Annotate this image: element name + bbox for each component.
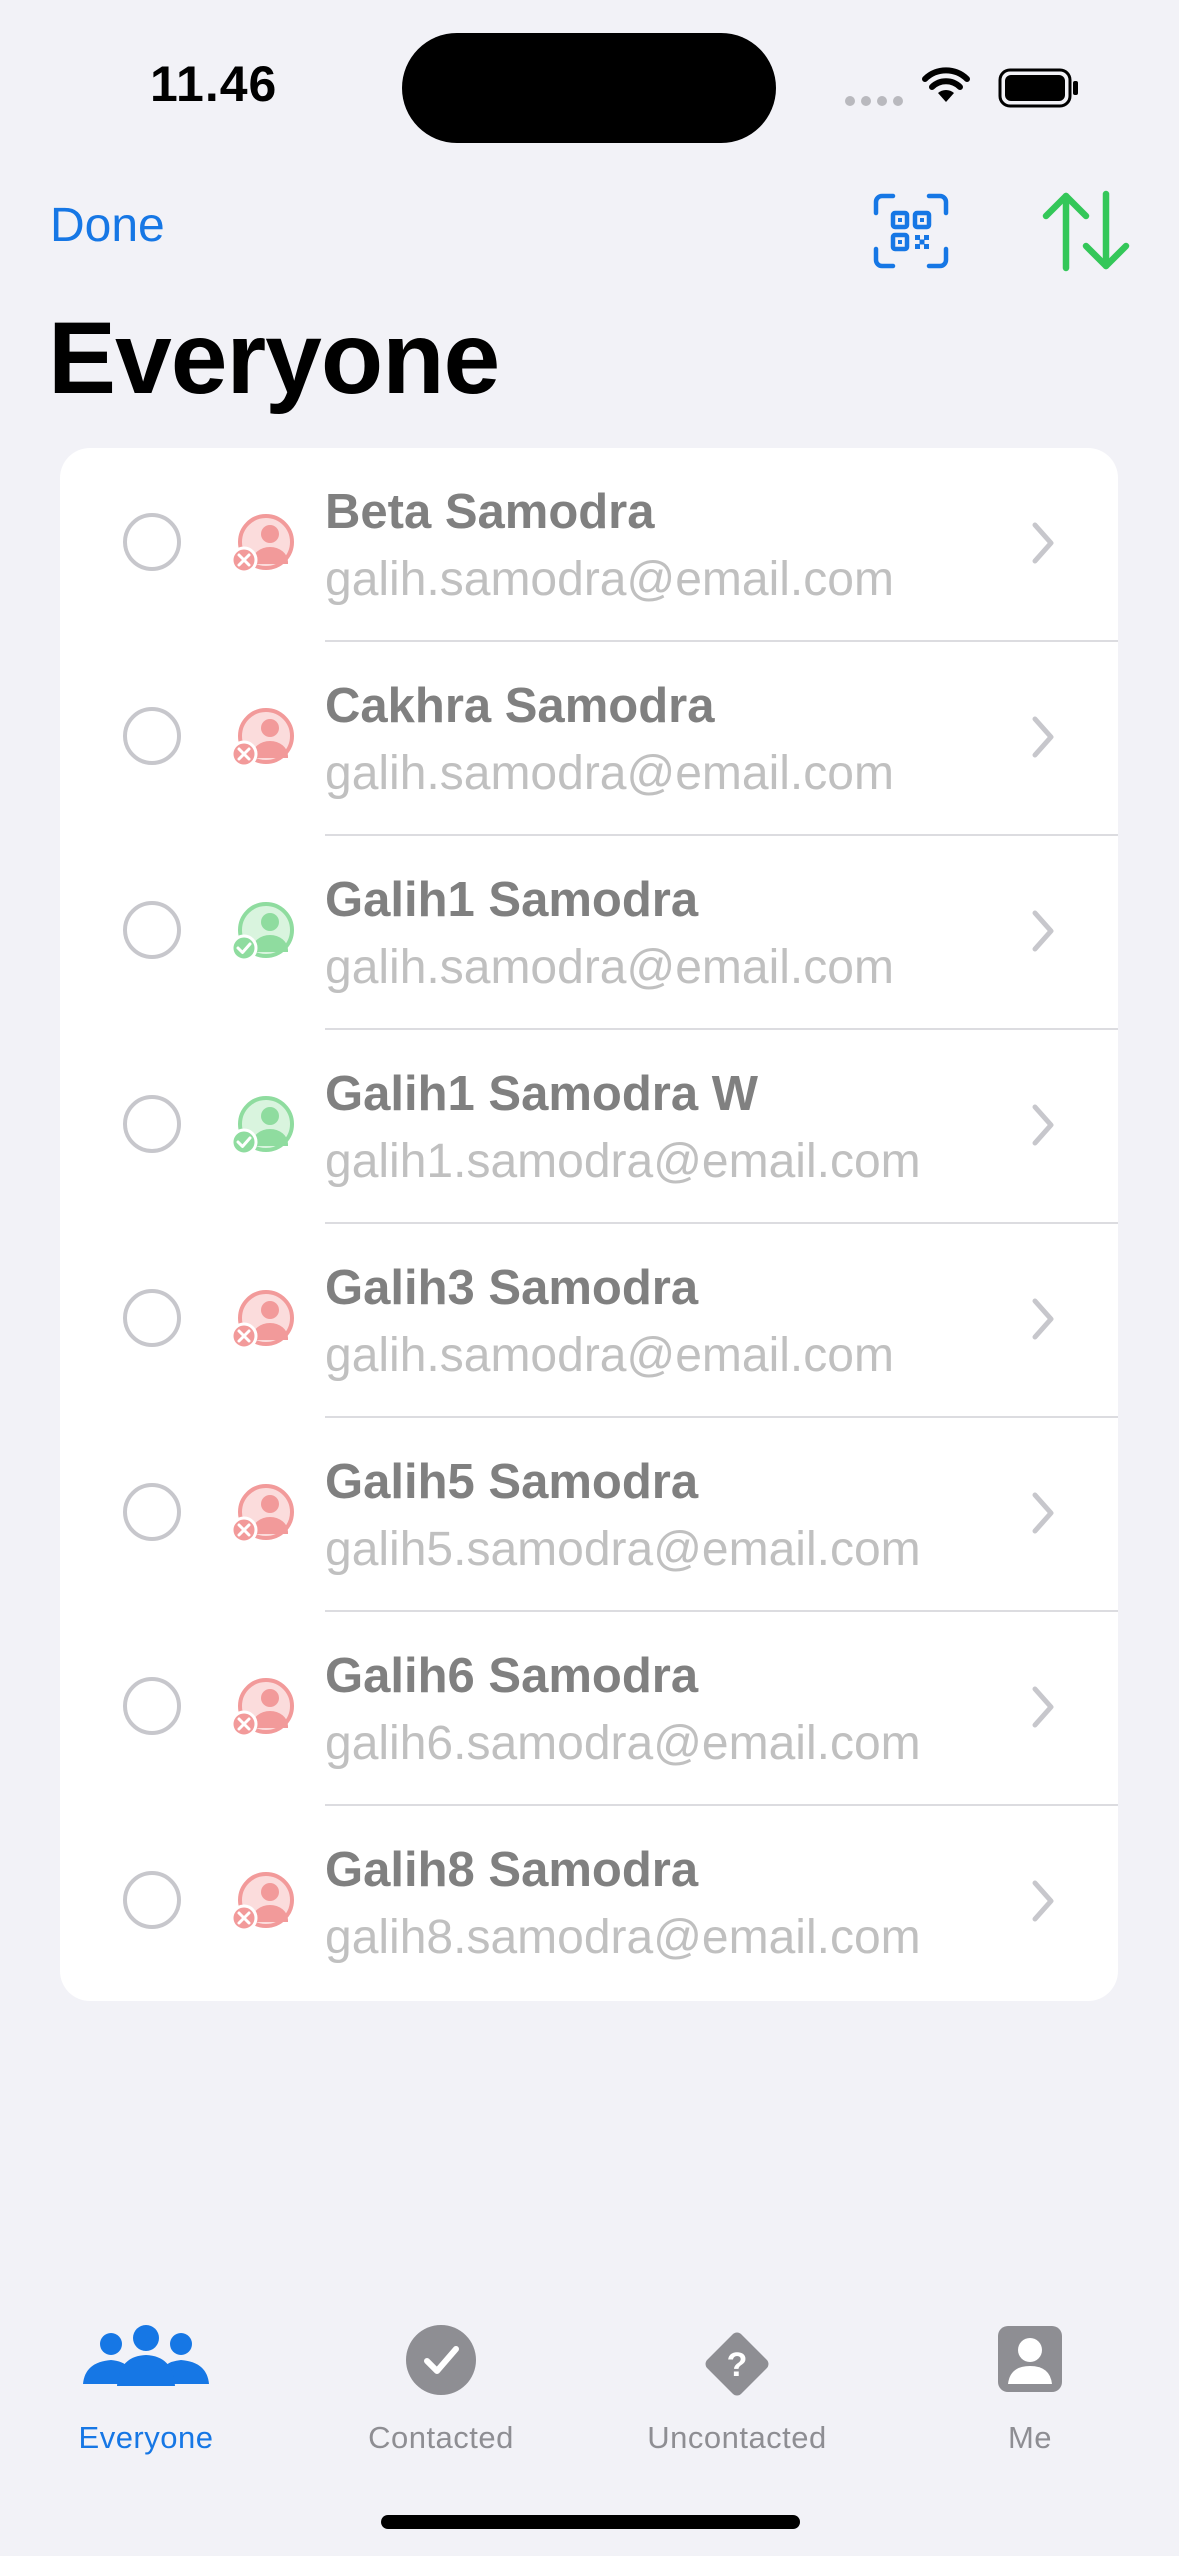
battery-icon [998,68,1078,108]
list-item[interactable]: Galih5 Samodra galih5.samodra@email.com [60,1418,1118,1612]
person-name: Beta Samodra [325,485,655,539]
chevron-right-icon [1032,910,1054,952]
person-email: galih.samodra@email.com [325,747,894,800]
cellular-signal-icon [845,96,905,108]
dynamic-island [402,33,776,143]
navigation-bar: Done [0,180,1179,300]
people-list: Beta Samodra galih.samodra@email.com Cak… [60,448,1118,2001]
tab-uncontacted[interactable]: ? Uncontacted [607,2300,867,2470]
chevron-right-icon [1032,1880,1054,1922]
list-item[interactable]: Galih1 Samodra W galih1.samodra@email.co… [60,1030,1118,1224]
qr-scan-icon[interactable] [873,193,949,269]
chevron-right-icon [1032,1298,1054,1340]
home-indicator[interactable] [381,2515,800,2529]
person-name: Galih8 Samodra [325,1843,699,1897]
uncontacted-person-icon [230,1288,302,1352]
status-bar: 11.46 [0,0,1179,180]
list-item[interactable]: Galih3 Samodra galih.samodra@email.com [60,1224,1118,1418]
sort-icon[interactable] [1040,190,1132,272]
svg-text:?: ? [727,2346,748,2384]
page-title: Everyone [48,301,500,415]
list-item[interactable]: Galih1 Samodra galih.samodra@email.com [60,836,1118,1030]
tab-label: Everyone [78,2420,214,2455]
person-square-icon [997,2324,1063,2399]
chevron-right-icon [1032,1686,1054,1728]
person-name: Cakhra Samodra [325,679,715,733]
done-button[interactable]: Done [50,198,165,253]
uncontacted-person-icon [230,1482,302,1546]
selection-radio[interactable] [123,901,181,959]
selection-radio[interactable] [123,1871,181,1929]
status-time: 11.46 [150,56,278,112]
contacted-person-icon [230,1094,302,1158]
person-email: galih6.samodra@email.com [325,1717,921,1770]
person-email: galih1.samodra@email.com [325,1135,921,1188]
chevron-right-icon [1032,1492,1054,1534]
selection-radio[interactable] [123,1095,181,1153]
selection-radio[interactable] [123,707,181,765]
person-name: Galih6 Samodra [325,1649,699,1703]
selection-radio[interactable] [123,1483,181,1541]
person-email: galih.samodra@email.com [325,1329,894,1382]
tab-label: Me [1007,2420,1053,2455]
chevron-right-icon [1032,1104,1054,1146]
tab-everyone[interactable]: Everyone [16,2300,276,2470]
selection-radio[interactable] [123,1677,181,1735]
contacted-person-icon [230,900,302,964]
uncontacted-person-icon [230,1676,302,1740]
selection-radio[interactable] [123,1289,181,1347]
person-email: galih8.samodra@email.com [325,1911,921,1964]
person-name: Galih1 Samodra [325,873,699,927]
list-item[interactable]: Galih8 Samodra galih8.samodra@email.com [60,1806,1118,2000]
uncontacted-person-icon [230,512,302,576]
list-item[interactable]: Cakhra Samodra galih.samodra@email.com [60,642,1118,836]
person-email: galih5.samodra@email.com [325,1523,921,1576]
list-item[interactable]: Galih6 Samodra galih6.samodra@email.com [60,1612,1118,1806]
tab-contacted[interactable]: Contacted [311,2300,571,2470]
person-name: Galih5 Samodra [325,1455,699,1509]
tab-me[interactable]: Me [900,2300,1160,2470]
selection-radio[interactable] [123,513,181,571]
person-email: galih.samodra@email.com [325,941,894,994]
wifi-icon [922,67,970,102]
chevron-right-icon [1032,716,1054,758]
question-diamond-icon: ? [697,2324,777,2409]
person-name: Galih3 Samodra [325,1261,699,1315]
person-name: Galih1 Samodra W [325,1067,758,1121]
chevron-right-icon [1032,522,1054,564]
tab-label: Contacted [368,2420,514,2455]
person-email: galih.samodra@email.com [325,553,894,606]
people-icon [81,2324,211,2395]
list-item[interactable]: Beta Samodra galih.samodra@email.com [60,448,1118,642]
checkmark-circle-icon [405,2324,477,2401]
uncontacted-person-icon [230,1870,302,1934]
tab-label: Uncontacted [647,2420,827,2455]
uncontacted-person-icon [230,706,302,770]
